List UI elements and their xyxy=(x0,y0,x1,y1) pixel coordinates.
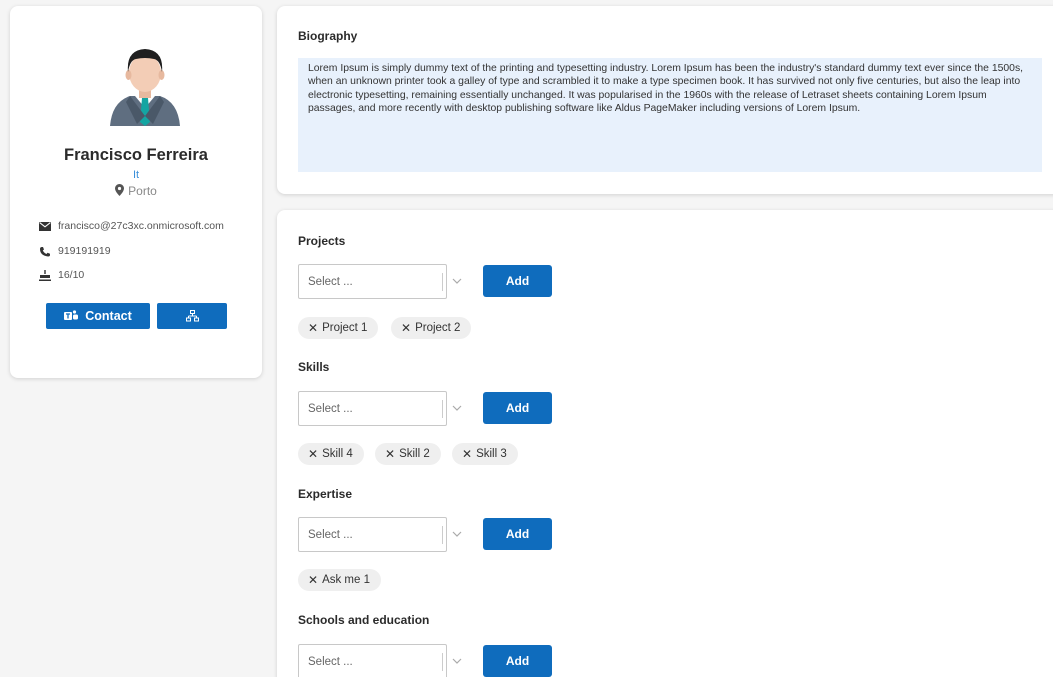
skill-chip[interactable]: ✕ Skill 2 xyxy=(375,443,441,465)
phone-text: 919191919 xyxy=(58,245,111,257)
location-pin-icon xyxy=(115,184,125,196)
profile-department[interactable]: It xyxy=(10,169,262,181)
select-separator xyxy=(442,273,443,291)
chevron-down-icon[interactable] xyxy=(452,405,462,411)
biography-text: Lorem Ipsum is simply dummy text of the … xyxy=(298,58,1042,172)
select-separator xyxy=(442,653,443,671)
skills-add-button[interactable]: Add xyxy=(483,392,552,424)
skills-title: Skills xyxy=(298,360,330,374)
chevron-down-icon[interactable] xyxy=(452,531,462,537)
avatar xyxy=(110,49,180,126)
chevron-down-icon[interactable] xyxy=(452,278,462,284)
expertise-select[interactable]: Select ... xyxy=(298,517,462,552)
chip-label: Skill 3 xyxy=(476,448,507,460)
projects-add-button[interactable]: Add xyxy=(483,265,552,297)
remove-icon[interactable]: ✕ xyxy=(462,447,472,461)
schools-select[interactable]: Select ... xyxy=(298,644,462,677)
remove-icon[interactable]: ✕ xyxy=(308,573,318,587)
remove-icon[interactable]: ✕ xyxy=(308,447,318,461)
biography-card: Biography Lorem Ipsum is simply dummy te… xyxy=(277,6,1053,194)
biography-title: Biography xyxy=(298,29,358,43)
birthday-text: 16/10 xyxy=(58,269,85,281)
profile-name: Francisco Ferreira xyxy=(64,146,208,164)
location-text: Porto xyxy=(128,184,157,198)
teams-icon xyxy=(64,310,79,320)
remove-icon[interactable]: ✕ xyxy=(308,321,318,335)
select-separator xyxy=(442,400,443,418)
skills-select[interactable]: Select ... xyxy=(298,391,462,426)
expertise-chip[interactable]: ✕ Ask me 1 xyxy=(298,569,381,591)
skill-chip[interactable]: ✕ Skill 3 xyxy=(452,443,518,465)
select-separator xyxy=(442,526,443,544)
chip-label: Project 1 xyxy=(322,322,368,334)
profile-location: Porto xyxy=(10,184,262,198)
birthday-row: 16/10 xyxy=(39,269,84,281)
contact-label: Contact xyxy=(85,309,132,323)
projects-title: Projects xyxy=(298,234,346,248)
email-text: francisco@27c3xc.onmicrosoft.com xyxy=(58,220,224,232)
projects-select-placeholder: Select ... xyxy=(308,276,353,288)
schools-select-placeholder: Select ... xyxy=(308,656,353,668)
email-row[interactable]: francisco@27c3xc.onmicrosoft.com xyxy=(39,220,224,232)
mail-icon xyxy=(39,221,51,231)
schools-add-button[interactable]: Add xyxy=(483,645,552,677)
phone-icon xyxy=(40,246,50,256)
skills-select-placeholder: Select ... xyxy=(308,403,353,415)
remove-icon[interactable]: ✕ xyxy=(385,447,395,461)
phone-row[interactable]: 919191919 xyxy=(39,245,111,257)
org-chart-button[interactable] xyxy=(157,303,227,329)
chevron-down-icon[interactable] xyxy=(452,658,462,664)
birthday-cake-icon xyxy=(39,269,51,281)
remove-icon[interactable]: ✕ xyxy=(401,321,411,335)
expertise-title: Expertise xyxy=(298,487,353,501)
projects-select[interactable]: Select ... xyxy=(298,264,462,299)
schools-title: Schools and education xyxy=(298,613,430,627)
expertise-add-button[interactable]: Add xyxy=(483,518,552,550)
profile-card: Francisco Ferreira It Porto francisco@27… xyxy=(10,6,262,378)
chip-label: Ask me 1 xyxy=(322,574,370,586)
chip-label: Skill 4 xyxy=(322,448,353,460)
project-chip[interactable]: ✕ Project 2 xyxy=(391,317,472,339)
lists-card: Projects Select ... Add ✕ Project 1 ✕ Proj… xyxy=(277,210,1053,677)
project-chip[interactable]: ✕ Project 1 xyxy=(298,317,379,339)
expertise-select-placeholder: Select ... xyxy=(308,529,353,541)
contact-button[interactable]: Contact xyxy=(46,303,150,329)
org-chart-icon xyxy=(185,310,199,322)
chip-label: Skill 2 xyxy=(399,448,430,460)
chip-label: Project 2 xyxy=(415,322,461,334)
skill-chip[interactable]: ✕ Skill 4 xyxy=(298,443,364,465)
